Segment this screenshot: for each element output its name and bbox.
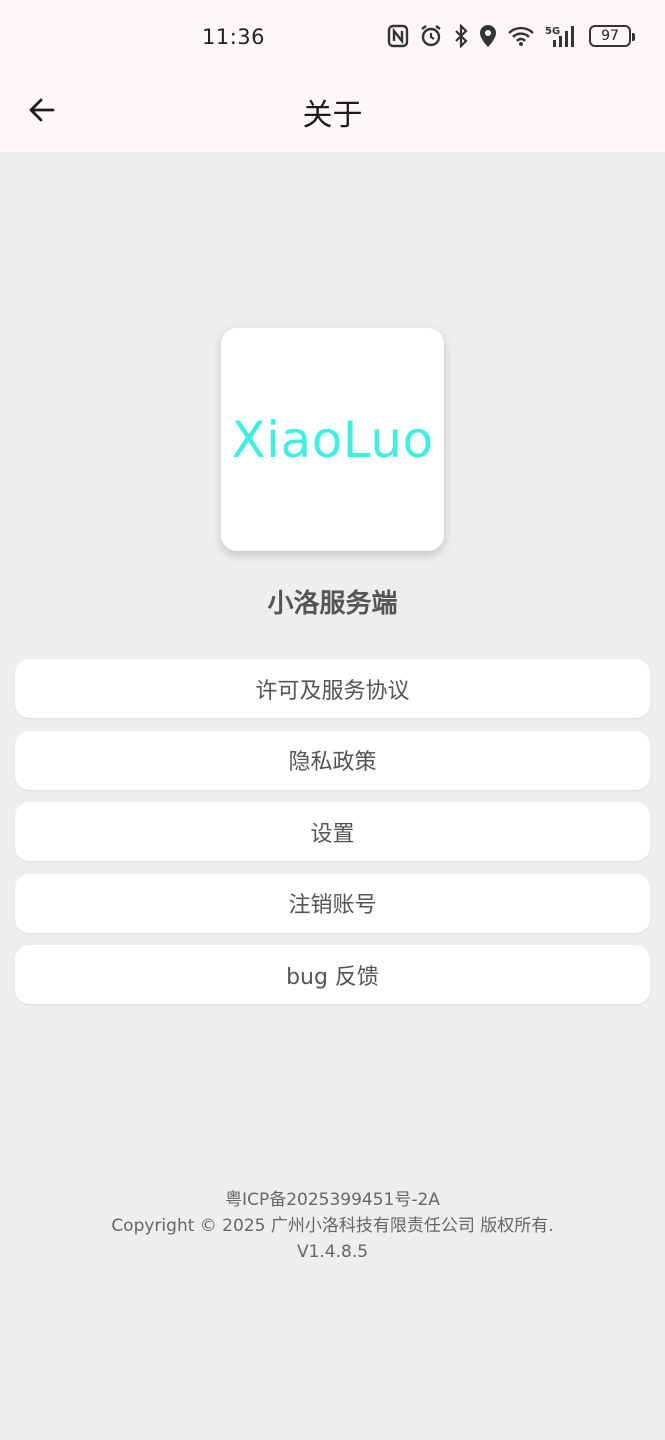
settings-button[interactable]: 设置 bbox=[15, 802, 650, 861]
bluetooth-icon bbox=[453, 24, 469, 48]
battery-icon: 97 bbox=[589, 25, 635, 47]
status-time: 11:36 bbox=[202, 25, 266, 49]
icp-license[interactable]: 粤ICP备2025399451号-2A bbox=[0, 1187, 665, 1213]
license-agreement-button[interactable]: 许可及服务协议 bbox=[15, 659, 650, 718]
footer: 粤ICP备2025399451号-2A Copyright © 2025 广州小… bbox=[0, 1187, 665, 1265]
privacy-policy-button[interactable]: 隐私政策 bbox=[15, 730, 650, 790]
app-logo: XiaoLuo bbox=[221, 328, 444, 551]
copyright-text: Copyright © 2025 广州小洛科技有限责任公司 版权所有. bbox=[111, 1216, 554, 1236]
status-icons: 5G 97 bbox=[387, 22, 635, 50]
delete-account-button[interactable]: 注销账号 bbox=[15, 873, 650, 933]
nfc-icon bbox=[387, 24, 409, 48]
signal-5g-icon: 5G bbox=[545, 24, 575, 48]
app-bar: 关于 bbox=[0, 72, 665, 152]
battery-level: 97 bbox=[601, 28, 619, 44]
wifi-icon bbox=[507, 25, 535, 47]
alarm-icon bbox=[419, 24, 443, 48]
bug-feedback-button[interactable]: bug 反馈 bbox=[15, 945, 650, 1004]
version-text: V1.4.8.5 bbox=[296, 1242, 369, 1262]
svg-text:5G: 5G bbox=[545, 26, 560, 37]
app-name: 小洛服务端 bbox=[267, 589, 398, 619]
logo-text: XiaoLuo bbox=[231, 410, 434, 469]
status-bar: 11:36 5G 97 bbox=[0, 0, 665, 72]
location-icon bbox=[479, 24, 497, 48]
page-title: 关于 bbox=[302, 98, 363, 133]
about-menu: 许可及服务协议 隐私政策 设置 注销账号 bug 反馈 bbox=[15, 659, 650, 1017]
